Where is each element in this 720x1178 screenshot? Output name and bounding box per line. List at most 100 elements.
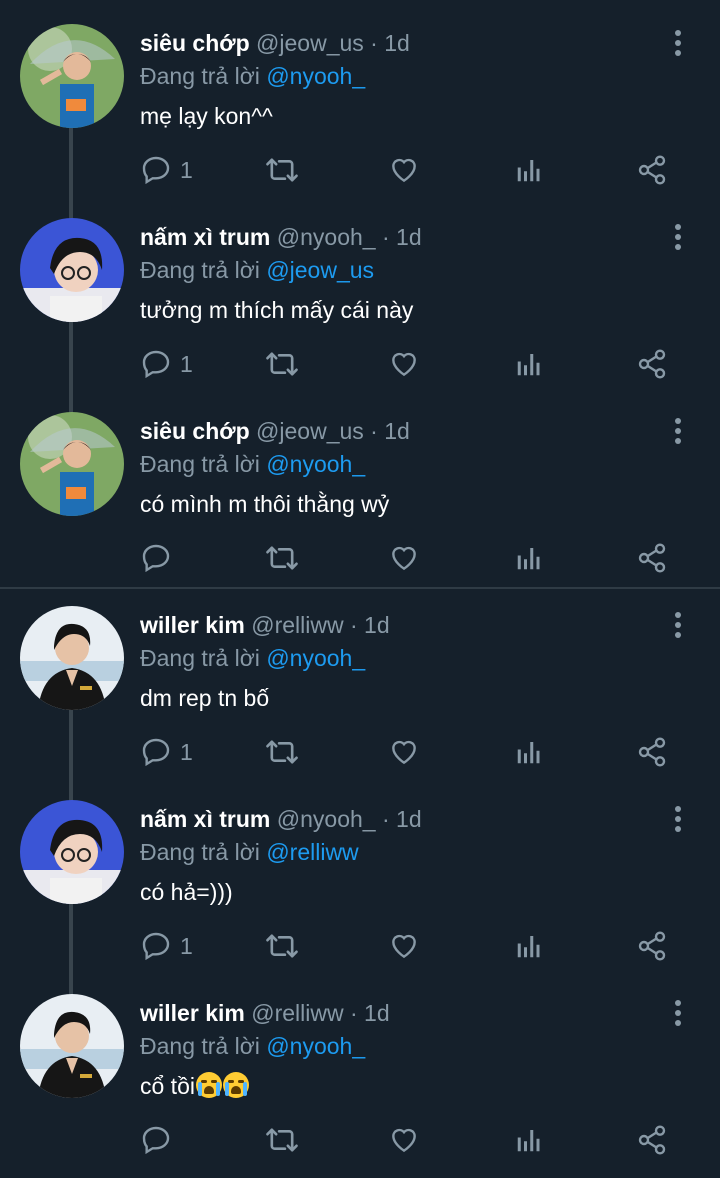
- retweet-button[interactable]: [264, 928, 300, 964]
- user-handle[interactable]: @jeow_us: [256, 418, 364, 444]
- mention-link[interactable]: @relliww: [266, 839, 358, 865]
- reply-context: Đang trả lời @relliww: [140, 837, 359, 867]
- like-button[interactable]: [388, 540, 420, 576]
- like-button[interactable]: [388, 928, 420, 964]
- reply-prefix: Đang trả lời: [140, 1033, 260, 1059]
- loudly-crying-face-icon: [222, 1072, 249, 1098]
- reply-prefix: Đang trả lời: [140, 645, 260, 671]
- user-handle[interactable]: @relliww: [251, 612, 343, 638]
- retweet-button[interactable]: [264, 734, 300, 770]
- analytics-icon: [517, 160, 540, 182]
- user-handle[interactable]: @jeow_us: [256, 30, 364, 56]
- avatar[interactable]: [20, 24, 124, 128]
- mention-link[interactable]: @jeow_us: [266, 257, 374, 283]
- timestamp[interactable]: 1d: [384, 418, 410, 444]
- share-icon: [638, 1125, 666, 1155]
- timestamp[interactable]: 1d: [384, 30, 410, 56]
- retweet-button[interactable]: [264, 540, 300, 576]
- mention-link[interactable]: @nyooh_: [266, 451, 365, 477]
- more-vertical-icon[interactable]: [670, 1000, 686, 1030]
- reply-button[interactable]: [140, 1122, 180, 1158]
- reply-button[interactable]: [140, 540, 180, 576]
- reply-button[interactable]: 1: [140, 346, 193, 382]
- tweet[interactable]: willer kim @relliww · 1d Đang trả lời @n…: [0, 984, 720, 1178]
- share-button[interactable]: [636, 928, 668, 964]
- more-vertical-icon[interactable]: [670, 224, 686, 254]
- display-name[interactable]: siêu chớp: [140, 418, 250, 444]
- reply-button[interactable]: 1: [140, 928, 193, 964]
- heart-icon: [392, 1128, 416, 1153]
- reply-count: 1: [180, 350, 193, 377]
- analytics-icon: [517, 936, 540, 958]
- more-vertical-icon[interactable]: [670, 612, 686, 642]
- avatar[interactable]: [20, 606, 124, 710]
- timestamp[interactable]: 1d: [364, 1000, 390, 1026]
- analytics-button[interactable]: [514, 928, 544, 964]
- analytics-button[interactable]: [514, 346, 544, 382]
- tweet[interactable]: siêu chớp @jeow_us · 1d Đang trả lời @ny…: [0, 14, 720, 224]
- comment-icon: [142, 932, 170, 961]
- tweet[interactable]: nấm xì trum @nyooh_ · 1d Đang trả lời @r…: [0, 790, 720, 1000]
- heart-icon: [392, 158, 416, 183]
- reply-prefix: Đang trả lời: [140, 839, 260, 865]
- display-name[interactable]: willer kim: [140, 612, 245, 638]
- thread-separator: [0, 587, 720, 589]
- analytics-button[interactable]: [514, 1122, 544, 1158]
- mention-link[interactable]: @nyooh_: [266, 645, 365, 671]
- like-button[interactable]: [388, 152, 420, 188]
- retweet-icon: [266, 546, 298, 570]
- retweet-button[interactable]: [264, 346, 300, 382]
- share-button[interactable]: [636, 734, 668, 770]
- tweet-header: willer kim @relliww · 1d: [140, 998, 390, 1028]
- reply-prefix: Đang trả lời: [140, 63, 260, 89]
- avatar[interactable]: [20, 218, 124, 322]
- reply-button[interactable]: 1: [140, 152, 193, 188]
- timestamp[interactable]: 1d: [396, 806, 422, 832]
- analytics-button[interactable]: [514, 734, 544, 770]
- like-button[interactable]: [388, 734, 420, 770]
- user-handle[interactable]: @relliww: [251, 1000, 343, 1026]
- tweet-header: nấm xì trum @nyooh_ · 1d: [140, 222, 422, 252]
- tweet-text: tưởng m thích mấy cái này: [140, 297, 414, 323]
- user-handle[interactable]: @nyooh_: [277, 806, 376, 832]
- analytics-button[interactable]: [514, 540, 544, 576]
- avatar[interactable]: [20, 994, 124, 1098]
- display-name[interactable]: nấm xì trum: [140, 806, 270, 832]
- tweet[interactable]: nấm xì trum @nyooh_ · 1d Đang trả lời @j…: [0, 208, 720, 418]
- share-button[interactable]: [636, 346, 668, 382]
- tweet-header: siêu chớp @jeow_us · 1d: [140, 416, 410, 446]
- user-handle[interactable]: @nyooh_: [277, 224, 376, 250]
- tweet[interactable]: siêu chớp @jeow_us · 1d Đang trả lời @ny…: [0, 402, 720, 596]
- mention-link[interactable]: @nyooh_: [266, 1033, 365, 1059]
- reply-context: Đang trả lời @nyooh_: [140, 449, 365, 479]
- avatar[interactable]: [20, 800, 124, 904]
- display-name[interactable]: siêu chớp: [140, 30, 250, 56]
- analytics-button[interactable]: [514, 152, 544, 188]
- reply-context: Đang trả lời @nyooh_: [140, 643, 365, 673]
- share-button[interactable]: [636, 540, 668, 576]
- reply-count: 1: [180, 738, 193, 765]
- display-name[interactable]: willer kim: [140, 1000, 245, 1026]
- more-vertical-icon[interactable]: [670, 806, 686, 836]
- heart-icon: [392, 546, 416, 571]
- display-name[interactable]: nấm xì trum: [140, 224, 270, 250]
- comment-icon: [142, 350, 170, 379]
- share-button[interactable]: [636, 152, 668, 188]
- timestamp[interactable]: 1d: [396, 224, 422, 250]
- tweet[interactable]: willer kim @relliww · 1d Đang trả lời @n…: [0, 596, 720, 806]
- avatar[interactable]: [20, 412, 124, 516]
- tweet-text: mẹ lạy kon^^: [140, 103, 273, 129]
- retweet-button[interactable]: [264, 1122, 300, 1158]
- reply-context: Đang trả lời @jeow_us: [140, 255, 374, 285]
- reply-button[interactable]: 1: [140, 734, 193, 770]
- tweet-header: nấm xì trum @nyooh_ · 1d: [140, 804, 422, 834]
- share-button[interactable]: [636, 1122, 668, 1158]
- more-vertical-icon[interactable]: [670, 418, 686, 448]
- more-vertical-icon[interactable]: [670, 30, 686, 60]
- mention-link[interactable]: @nyooh_: [266, 63, 365, 89]
- timestamp[interactable]: 1d: [364, 612, 390, 638]
- retweet-button[interactable]: [264, 152, 300, 188]
- like-button[interactable]: [388, 346, 420, 382]
- tweet-text: dm rep tn bố: [140, 685, 270, 711]
- like-button[interactable]: [388, 1122, 420, 1158]
